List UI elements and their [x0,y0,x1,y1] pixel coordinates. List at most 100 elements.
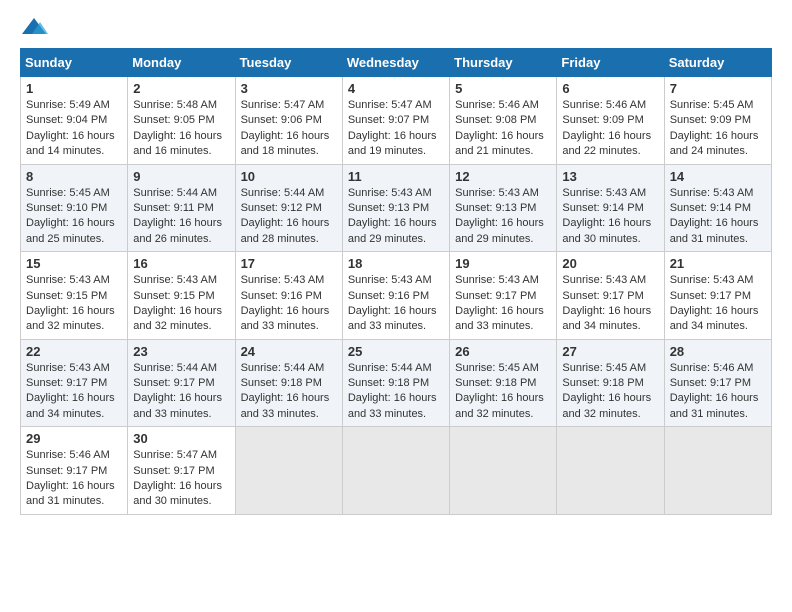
calendar-cell: 2Sunrise: 5:48 AMSunset: 9:05 PMDaylight… [128,77,235,165]
day-number: 18 [348,256,444,271]
calendar-cell: 29 Sunrise: 5:46 AMSunset: 9:17 PMDayligh… [21,427,128,515]
cell-info: Sunrise: 5:47 AMSunset: 9:06 PMDaylight:… [241,98,337,160]
logo-icon [20,16,48,38]
cell-info: Sunrise: 5:44 AMSunset: 9:11 PMDaylight:… [133,186,229,248]
day-header-saturday: Saturday [664,49,771,77]
day-number: 20 [562,256,658,271]
calendar-cell [664,427,771,515]
cell-info: Sunrise: 5:43 AMSunset: 9:17 PMDaylight:… [26,361,122,423]
calendar-cell [342,427,449,515]
day-number: 28 [670,344,766,359]
cell-info: Sunrise: 5:44 AMSunset: 9:12 PMDaylight:… [241,186,337,248]
calendar-cell: 21 Sunrise: 5:43 AMSunset: 9:17 PMDayligh… [664,252,771,340]
calendar-cell: 11 Sunrise: 5:43 AMSunset: 9:13 PMDayligh… [342,164,449,252]
calendar-cell: 3 Sunrise: 5:47 AMSunset: 9:06 PMDaylight… [235,77,342,165]
cell-info: Sunrise: 5:44 AMSunset: 9:18 PMDaylight:… [348,361,444,423]
calendar-cell: 17 Sunrise: 5:43 AMSunset: 9:16 PMDayligh… [235,252,342,340]
calendar-cell: 20 Sunrise: 5:43 AMSunset: 9:17 PMDayligh… [557,252,664,340]
logo [20,16,52,38]
day-number: 22 [26,344,122,359]
calendar-cell: 16 Sunrise: 5:43 AMSunset: 9:15 PMDayligh… [128,252,235,340]
cell-info: Sunrise: 5:43 AMSunset: 9:14 PMDaylight:… [562,186,658,248]
cell-info: Sunrise: 5:43 AMSunset: 9:15 PMDaylight:… [133,273,229,335]
calendar-cell: 26 Sunrise: 5:45 AMSunset: 9:18 PMDayligh… [450,339,557,427]
day-number: 13 [562,169,658,184]
calendar-cell: 7 Sunrise: 5:45 AMSunset: 9:09 PMDaylight… [664,77,771,165]
calendar-cell [557,427,664,515]
cell-info: Sunrise: 5:46 AMSunset: 9:09 PMDaylight:… [562,98,658,160]
cell-info: Sunrise: 5:43 AMSunset: 9:16 PMDaylight:… [241,273,337,335]
cell-info: Sunrise: 5:45 AMSunset: 9:18 PMDaylight:… [455,361,551,423]
day-number: 3 [241,81,337,96]
day-number: 27 [562,344,658,359]
cell-info: Sunrise: 5:43 AMSunset: 9:17 PMDaylight:… [562,273,658,335]
calendar-cell: 24 Sunrise: 5:44 AMSunset: 9:18 PMDayligh… [235,339,342,427]
week-row-2: 8Sunrise: 5:45 AMSunset: 9:10 PMDaylight… [21,164,772,252]
calendar-cell: 27Sunrise: 5:45 AMSunset: 9:18 PMDayligh… [557,339,664,427]
day-number: 16 [133,256,229,271]
page-header [20,16,772,38]
day-header-tuesday: Tuesday [235,49,342,77]
cell-info: Sunrise: 5:44 AMSunset: 9:17 PMDaylight:… [133,361,229,423]
day-number: 10 [241,169,337,184]
calendar-table: SundayMondayTuesdayWednesdayThursdayFrid… [20,48,772,515]
cell-info: Sunrise: 5:43 AMSunset: 9:15 PMDaylight:… [26,273,122,335]
cell-info: Sunrise: 5:46 AMSunset: 9:08 PMDaylight:… [455,98,551,160]
day-number: 25 [348,344,444,359]
calendar-cell: 4 Sunrise: 5:47 AMSunset: 9:07 PMDaylight… [342,77,449,165]
cell-info: Sunrise: 5:43 AMSunset: 9:13 PMDaylight:… [348,186,444,248]
cell-info: Sunrise: 5:45 AMSunset: 9:10 PMDaylight:… [26,186,122,248]
calendar-cell [450,427,557,515]
cell-info: Sunrise: 5:48 AMSunset: 9:05 PMDaylight:… [133,98,229,160]
day-number: 21 [670,256,766,271]
day-header-sunday: Sunday [21,49,128,77]
calendar-cell: 15 Sunrise: 5:43 AMSunset: 9:15 PMDayligh… [21,252,128,340]
week-row-3: 15 Sunrise: 5:43 AMSunset: 9:15 PMDayligh… [21,252,772,340]
cell-info: Sunrise: 5:43 AMSunset: 9:14 PMDaylight:… [670,186,766,248]
day-number: 24 [241,344,337,359]
calendar-cell: 25 Sunrise: 5:44 AMSunset: 9:18 PMDayligh… [342,339,449,427]
day-header-thursday: Thursday [450,49,557,77]
calendar-cell: 8Sunrise: 5:45 AMSunset: 9:10 PMDaylight… [21,164,128,252]
cell-info: Sunrise: 5:43 AMSunset: 9:16 PMDaylight:… [348,273,444,335]
calendar-cell: 14 Sunrise: 5:43 AMSunset: 9:14 PMDayligh… [664,164,771,252]
day-number: 29 [26,431,122,446]
cell-info: Sunrise: 5:46 AMSunset: 9:17 PMDaylight:… [26,448,122,510]
calendar-cell: 10 Sunrise: 5:44 AMSunset: 9:12 PMDayligh… [235,164,342,252]
day-number: 30 [133,431,229,446]
day-number: 9 [133,169,229,184]
day-number: 1 [26,81,122,96]
cell-info: Sunrise: 5:43 AMSunset: 9:17 PMDaylight:… [455,273,551,335]
day-number: 5 [455,81,551,96]
day-number: 11 [348,169,444,184]
cell-info: Sunrise: 5:46 AMSunset: 9:17 PMDaylight:… [670,361,766,423]
cell-info: Sunrise: 5:43 AMSunset: 9:17 PMDaylight:… [670,273,766,335]
cell-info: Sunrise: 5:45 AMSunset: 9:09 PMDaylight:… [670,98,766,160]
day-header-wednesday: Wednesday [342,49,449,77]
week-row-1: 1Sunrise: 5:49 AMSunset: 9:04 PMDaylight… [21,77,772,165]
cell-info: Sunrise: 5:43 AMSunset: 9:13 PMDaylight:… [455,186,551,248]
day-number: 26 [455,344,551,359]
calendar-header-row: SundayMondayTuesdayWednesdayThursdayFrid… [21,49,772,77]
day-number: 15 [26,256,122,271]
week-row-4: 22 Sunrise: 5:43 AMSunset: 9:17 PMDayligh… [21,339,772,427]
calendar-cell: 28 Sunrise: 5:46 AMSunset: 9:17 PMDayligh… [664,339,771,427]
calendar-cell: 18 Sunrise: 5:43 AMSunset: 9:16 PMDayligh… [342,252,449,340]
day-header-monday: Monday [128,49,235,77]
cell-info: Sunrise: 5:47 AMSunset: 9:07 PMDaylight:… [348,98,444,160]
day-number: 12 [455,169,551,184]
calendar-cell: 23 Sunrise: 5:44 AMSunset: 9:17 PMDayligh… [128,339,235,427]
cell-info: Sunrise: 5:44 AMSunset: 9:18 PMDaylight:… [241,361,337,423]
day-number: 17 [241,256,337,271]
day-number: 7 [670,81,766,96]
calendar-cell: 9 Sunrise: 5:44 AMSunset: 9:11 PMDaylight… [128,164,235,252]
week-row-5: 29 Sunrise: 5:46 AMSunset: 9:17 PMDayligh… [21,427,772,515]
day-number: 4 [348,81,444,96]
calendar-cell: 12 Sunrise: 5:43 AMSunset: 9:13 PMDayligh… [450,164,557,252]
calendar-cell [235,427,342,515]
day-number: 23 [133,344,229,359]
day-number: 6 [562,81,658,96]
day-number: 14 [670,169,766,184]
cell-info: Sunrise: 5:47 AMSunset: 9:17 PMDaylight:… [133,448,229,510]
day-number: 19 [455,256,551,271]
